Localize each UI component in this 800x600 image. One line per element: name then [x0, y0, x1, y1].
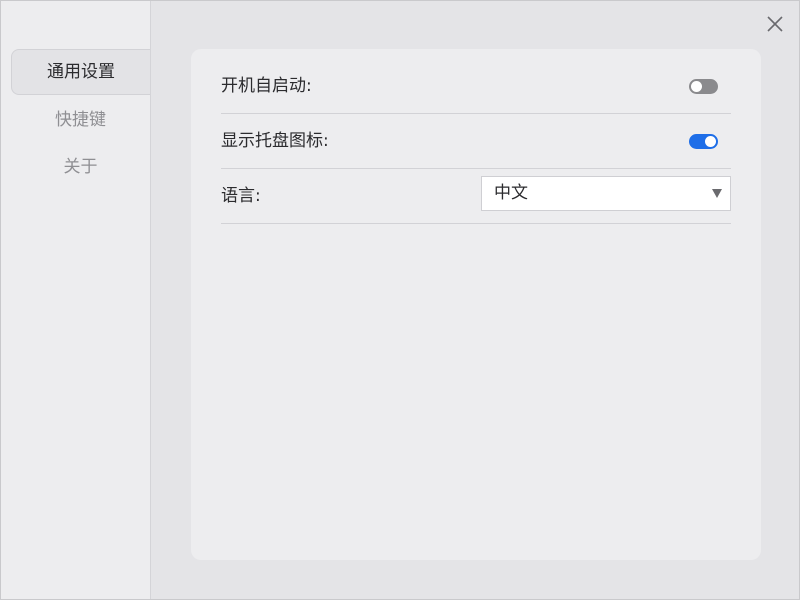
autostart-row: 开机自启动:: [221, 59, 731, 114]
language-select-value: 中文: [494, 183, 528, 203]
autostart-toggle[interactable]: [689, 79, 718, 94]
settings-panel: 开机自启动: 显示托盘图标: 语言: 中文: [191, 49, 761, 560]
close-button[interactable]: [764, 13, 786, 35]
tray-icon-toggle[interactable]: [689, 134, 718, 149]
tray-icon-label: 显示托盘图标:: [221, 131, 329, 151]
tray-icon-row: 显示托盘图标:: [221, 114, 731, 169]
toggle-knob: [705, 136, 716, 147]
chevron-down-icon: [712, 189, 722, 198]
sidebar: 通用设置 快捷键 关于: [1, 1, 151, 599]
settings-window: 通用设置 快捷键 关于 开机自启动: 显示托盘图标: 语言: 中文: [0, 0, 800, 600]
sidebar-item-about[interactable]: 关于: [11, 144, 150, 190]
sidebar-item-general-settings[interactable]: 通用设置: [11, 49, 150, 95]
close-icon: [767, 16, 783, 32]
toggle-knob: [691, 81, 702, 92]
language-row: 语言: 中文: [221, 169, 731, 224]
sidebar-item-shortcuts[interactable]: 快捷键: [11, 97, 150, 143]
autostart-label: 开机自启动:: [221, 76, 312, 96]
language-label: 语言:: [221, 186, 261, 206]
language-select[interactable]: 中文: [481, 176, 731, 211]
